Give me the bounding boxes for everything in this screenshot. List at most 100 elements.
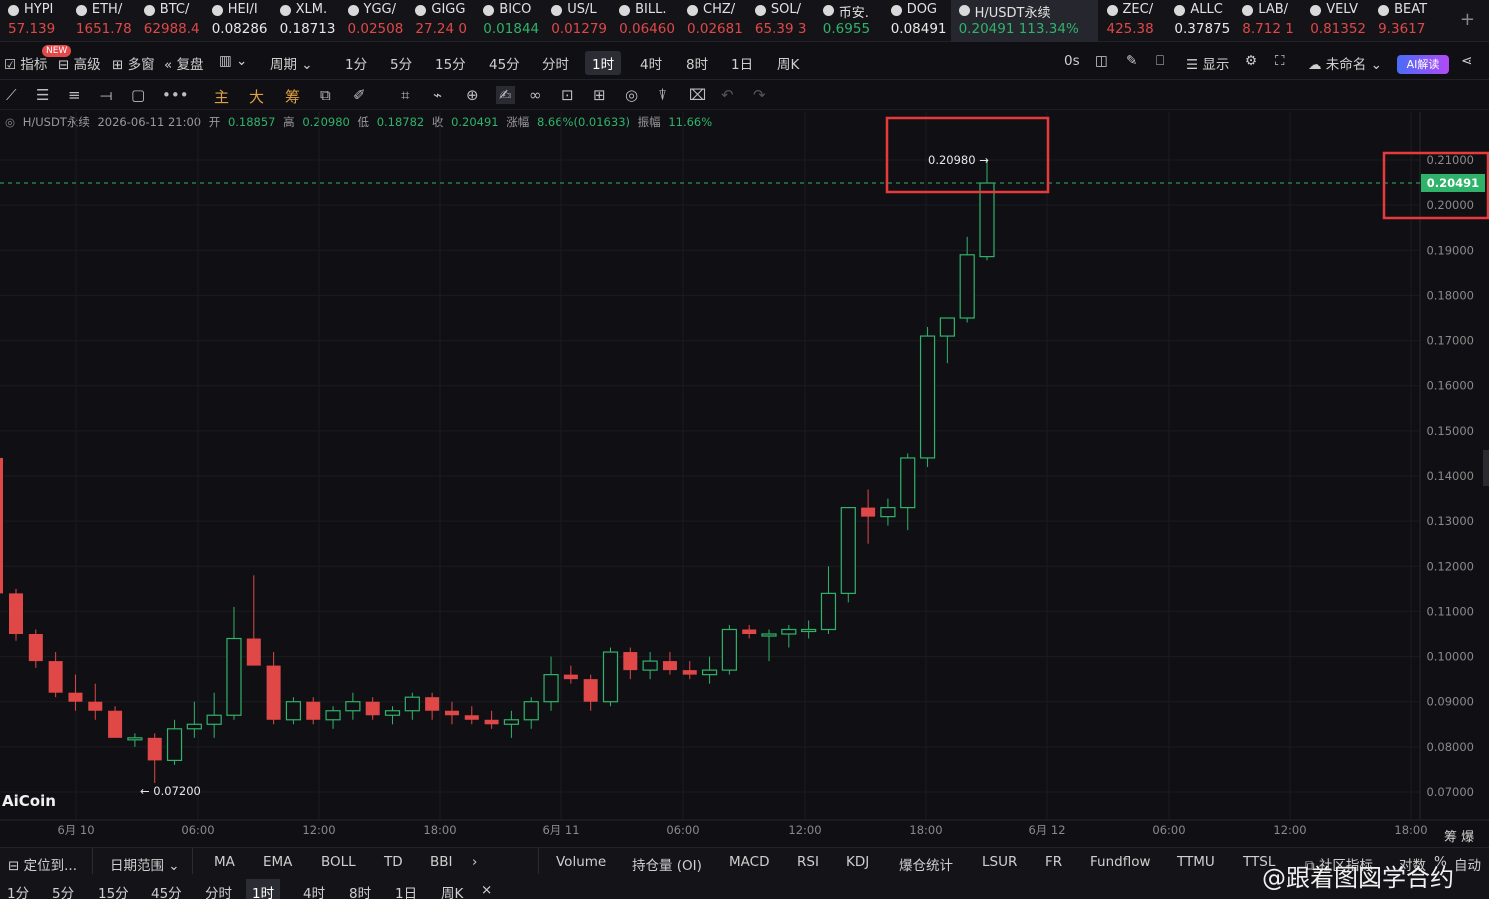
chip-burst-labels[interactable]: 筹 爆 <box>1444 826 1474 845</box>
trash-icon[interactable]: ⌧ <box>689 86 706 104</box>
pen-icon[interactable]: ✎ <box>1126 53 1137 69</box>
period-button[interactable]: 周期 ⌄ <box>270 53 313 73</box>
more-indicators-icon[interactable]: › <box>472 854 477 870</box>
brush-tool-icon[interactable]: ✐ <box>353 86 366 104</box>
interval-tab-3[interactable]: 45分 <box>482 51 527 75</box>
ticker-item-0[interactable]: HYPI 57.139 <box>0 0 68 42</box>
multi-window-button[interactable]: ⊞ 多窗 <box>112 53 155 73</box>
sub-indicator-2[interactable]: MACD <box>729 854 769 870</box>
main-indicator-2[interactable]: BOLL <box>321 854 356 870</box>
ticker-item-18[interactable]: VELV 0.81352 <box>1302 0 1370 42</box>
fullscreen-icon[interactable]: ⛶ <box>1275 53 1284 69</box>
filter-icon[interactable]: ⍒ <box>658 86 667 104</box>
alert-tool-icon[interactable]: ⊞ <box>593 86 606 104</box>
bottom-interval-1[interactable]: 5分 <box>46 882 80 899</box>
main-indicator-button[interactable]: 主 <box>214 86 229 107</box>
ticker-item-3[interactable]: HEI/I 0.08286 <box>204 0 272 42</box>
ray-tool-icon[interactable]: ⟞ <box>100 86 112 104</box>
sub-indicator-9[interactable]: TTMU <box>1177 854 1215 870</box>
interval-tab-7[interactable]: 8时 <box>679 51 715 75</box>
add-ticker-icon[interactable]: + <box>1460 9 1475 30</box>
sync-tool-icon[interactable]: ⧉ <box>320 86 331 104</box>
bottom-interval-9[interactable]: 周K <box>435 882 469 899</box>
undo-icon[interactable]: ↶ <box>721 86 734 104</box>
channel-tool-icon[interactable]: ≡ <box>68 86 81 104</box>
ticker-item-16[interactable]: ALLC 0.37875 <box>1166 0 1234 42</box>
ticker-item-19[interactable]: BEAT 9.3617 <box>1370 0 1438 42</box>
crop-tool-icon[interactable]: ⌗ <box>401 86 409 104</box>
hide-tool-icon[interactable]: ◎ <box>625 86 638 104</box>
bottom-interval-3[interactable]: 45分 <box>145 882 188 899</box>
bottom-interval-4[interactable]: 分时 <box>199 882 238 899</box>
ticker-item-11[interactable]: SOL/65.39 3 <box>747 0 815 42</box>
interval-tab-2[interactable]: 15分 <box>428 51 473 75</box>
bottom-interval-6[interactable]: 4时 <box>297 882 331 899</box>
sub-indicator-4[interactable]: KDJ <box>846 854 869 870</box>
interval-tab-5[interactable]: 1时 <box>585 51 622 75</box>
close-icon[interactable]: × <box>475 882 498 898</box>
zoom-tool-icon[interactable]: ⊕ <box>466 86 479 104</box>
chip-button[interactable]: 筹 <box>285 86 300 107</box>
ticker-item-6[interactable]: GIGG 27.24 0 <box>407 0 475 42</box>
pattern-tool-icon[interactable]: ∞ <box>529 86 542 104</box>
bookmark-icon[interactable]: ⎕ <box>1156 53 1164 69</box>
bottom-interval-0[interactable]: 1分 <box>1 882 35 899</box>
main-indicator-4[interactable]: BBI <box>430 854 453 870</box>
hlines-tool-icon[interactable]: ☰ <box>36 86 49 104</box>
bottom-interval-8[interactable]: 1日 <box>389 882 423 899</box>
interval-tab-4[interactable]: 分时 <box>535 51 576 75</box>
lock-icon[interactable]: ⊡ <box>561 86 574 104</box>
main-indicator-1[interactable]: EMA <box>263 854 292 870</box>
scroll-handle[interactable] <box>1483 450 1489 486</box>
ruler-tool-icon[interactable]: ⌁ <box>433 86 442 104</box>
bottom-interval-7[interactable]: 8时 <box>343 882 377 899</box>
sub-indicator-8[interactable]: Fundflow <box>1090 854 1151 870</box>
ticker-item-14[interactable]: H/USDT永续 0.20491 113.34% <box>950 0 1098 42</box>
interval-tab-6[interactable]: 4时 <box>633 51 669 75</box>
ticker-item-2[interactable]: BTC/62988.4 <box>136 0 204 42</box>
rect-tool-icon[interactable]: ▢ <box>131 86 145 104</box>
sub-indicator-3[interactable]: RSI <box>797 854 819 870</box>
interval-tab-9[interactable]: 周K <box>770 51 806 75</box>
sub-indicator-5[interactable]: 爆仓统计 <box>899 854 953 874</box>
ticker-item-13[interactable]: DOG 0.08491 <box>883 0 951 42</box>
indicator-button[interactable]: ☑ 指标 <box>4 53 47 73</box>
sub-indicator-0[interactable]: Volume <box>556 854 606 870</box>
display-button[interactable]: ☰ 显示 <box>1186 53 1229 73</box>
more-tool-icon[interactable]: ••• <box>162 86 189 104</box>
replay-button[interactable]: « 复盘 <box>164 53 204 73</box>
magnet-tool-icon[interactable]: ✍ <box>496 86 515 104</box>
ticker-item-7[interactable]: BICO 0.01844 <box>475 0 543 42</box>
candlestick-chart[interactable]: 0.21000 0.20000 0.19000 0.18000 0.17000 0.160… <box>0 112 1489 847</box>
ticker-item-17[interactable]: LAB/8.712 1 <box>1234 0 1302 42</box>
camera-icon[interactable]: ◫ <box>1095 53 1108 69</box>
bottom-interval-2[interactable]: 15分 <box>92 882 135 899</box>
interval-tab-1[interactable]: 5分 <box>383 51 419 75</box>
big-order-button[interactable]: 大 <box>249 86 264 107</box>
layout-name-button[interactable]: ☁ 未命名 ⌄ <box>1308 53 1382 73</box>
interval-tab-0[interactable]: 1分 <box>338 51 374 75</box>
ticker-item-4[interactable]: XLM. 0.18713 <box>272 0 340 42</box>
redo-icon[interactable]: ↷ <box>753 86 766 104</box>
ticker-item-12[interactable]: 币安. 0.6955 <box>815 0 883 42</box>
locate-button[interactable]: ⊟ 定位到... <box>8 854 77 874</box>
ticker-item-9[interactable]: BILL. 0.06460 <box>611 0 679 42</box>
settings-icon[interactable]: ⚙ <box>1245 53 1257 69</box>
line-tool-icon[interactable]: ⟋ <box>6 86 17 104</box>
sub-indicator-1[interactable]: 持仓量 (OI) <box>632 854 702 874</box>
sub-indicator-6[interactable]: LSUR <box>982 854 1017 870</box>
ticker-item-8[interactable]: US/L 0.01279 <box>543 0 611 42</box>
chart-type-button[interactable]: ▥ ⌄ <box>219 53 247 69</box>
main-indicator-3[interactable]: TD <box>384 854 403 870</box>
auto-scale-toggle[interactable]: 自动 <box>1454 854 1481 874</box>
ai-interpret-button[interactable]: AI解读 <box>1397 55 1449 74</box>
sub-indicator-7[interactable]: FR <box>1045 854 1062 870</box>
ticker-item-5[interactable]: YGG/0.02508 <box>340 0 408 42</box>
bottom-interval-5[interactable]: 1时 <box>246 879 281 899</box>
interval-tab-8[interactable]: 1日 <box>724 51 760 75</box>
date-range-button[interactable]: 日期范围 ⌄ <box>110 854 180 874</box>
share-icon[interactable]: ⋖ <box>1461 53 1472 69</box>
refresh-interval[interactable]: 0s <box>1064 53 1080 69</box>
ticker-item-10[interactable]: CHZ/0.02681 <box>679 0 747 42</box>
ticker-item-1[interactable]: ETH/1651.78 <box>68 0 136 42</box>
